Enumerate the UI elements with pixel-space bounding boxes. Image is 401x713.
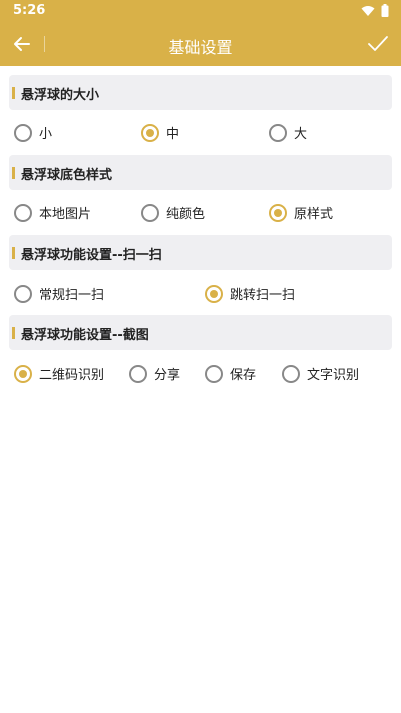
status-time: 5:26 xyxy=(13,3,46,18)
status-icons xyxy=(361,4,389,17)
section-accent-bar xyxy=(12,167,15,179)
radio-icon xyxy=(269,123,287,142)
section-size: 悬浮球的大小 xyxy=(9,75,392,110)
status-bar: 5:26 xyxy=(0,0,401,22)
section-title: 悬浮球功能设置--截图 xyxy=(21,328,149,343)
section-title: 悬浮球底色样式 xyxy=(21,168,113,183)
section-title: 悬浮球的大小 xyxy=(21,88,100,103)
radio-icon xyxy=(14,203,32,222)
radio-shot-share[interactable]: 分享 xyxy=(129,364,180,383)
radio-label: 常规扫一扫 xyxy=(39,288,105,303)
radio-icon xyxy=(14,284,32,303)
radio-icon xyxy=(141,203,159,222)
radio-bg-local-image[interactable]: 本地图片 xyxy=(14,203,91,222)
radio-size-small[interactable]: 小 xyxy=(14,123,52,142)
section-accent-bar xyxy=(12,87,15,99)
radio-label: 二维码识别 xyxy=(39,368,105,383)
radio-label: 保存 xyxy=(230,368,257,383)
radio-label: 跳转扫一扫 xyxy=(230,288,296,303)
radio-label: 文字识别 xyxy=(307,368,360,383)
app-bar: 基础设置 xyxy=(0,22,401,66)
section-screenshot: 悬浮球功能设置--截图 xyxy=(9,315,392,350)
section-scan: 悬浮球功能设置--扫一扫 xyxy=(9,235,392,270)
section-accent-bar xyxy=(12,327,15,339)
radio-scan-normal[interactable]: 常规扫一扫 xyxy=(14,284,104,303)
section-title: 悬浮球功能设置--扫一扫 xyxy=(21,248,162,263)
radio-label: 小 xyxy=(39,127,53,142)
radio-icon xyxy=(282,364,300,383)
wifi-icon xyxy=(361,5,375,16)
radio-label: 纯颜色 xyxy=(166,207,206,222)
radio-icon xyxy=(14,364,32,383)
radio-bg-solid-color[interactable]: 纯颜色 xyxy=(141,203,205,222)
radio-size-large[interactable]: 大 xyxy=(269,123,307,142)
check-icon[interactable] xyxy=(366,32,390,56)
radio-label: 原样式 xyxy=(294,207,334,222)
radio-label: 中 xyxy=(166,127,180,142)
radio-icon xyxy=(141,123,159,142)
radio-shot-qrcode[interactable]: 二维码识别 xyxy=(14,364,104,383)
radio-label: 大 xyxy=(294,127,308,142)
page-title: 基础设置 xyxy=(168,38,233,57)
radio-icon xyxy=(14,123,32,142)
radio-shot-text-recognition[interactable]: 文字识别 xyxy=(282,364,359,383)
section-background-style: 悬浮球底色样式 xyxy=(9,155,392,190)
radio-icon xyxy=(205,284,223,303)
battery-icon xyxy=(381,4,389,17)
radio-icon xyxy=(205,364,223,383)
section-accent-bar xyxy=(12,247,15,259)
radio-scan-jump[interactable]: 跳转扫一扫 xyxy=(205,284,295,303)
radio-bg-original[interactable]: 原样式 xyxy=(269,203,333,222)
radio-label: 本地图片 xyxy=(39,207,92,222)
radio-icon xyxy=(129,364,147,383)
radio-label: 分享 xyxy=(154,368,181,383)
radio-shot-save[interactable]: 保存 xyxy=(205,364,256,383)
radio-size-medium[interactable]: 中 xyxy=(141,123,179,142)
radio-icon xyxy=(269,203,287,222)
